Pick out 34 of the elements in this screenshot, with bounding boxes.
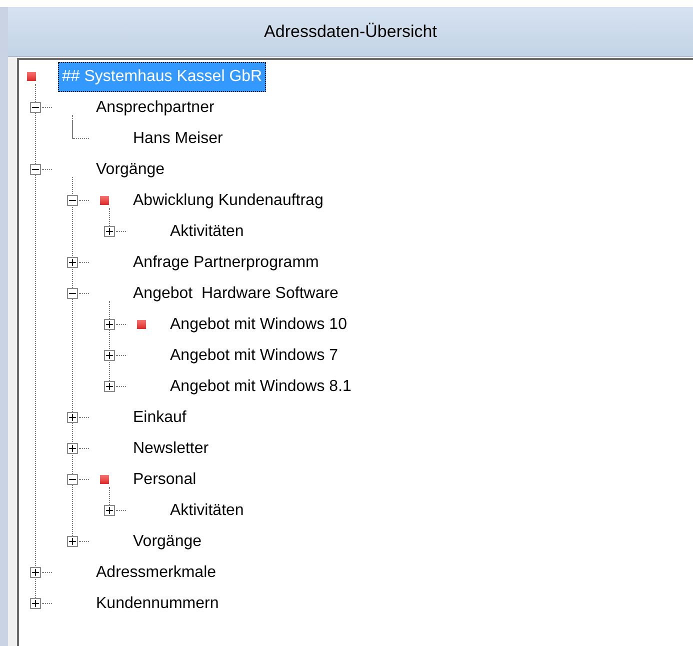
panel-title: Adressdaten-Übersicht [264,20,437,43]
expand-toggle[interactable] [67,443,78,454]
expand-toggle[interactable] [104,350,115,361]
tree-item[interactable]: Einkauf [133,406,186,430]
collapse-toggle[interactable] [67,474,78,485]
tree-item[interactable]: Ansprechpartner [96,96,214,120]
tree-item[interactable]: Newsletter [133,436,209,460]
tree-item[interactable]: Hans Meiser [133,126,223,150]
tree-item[interactable]: Kundennummern [96,592,219,616]
tree-item[interactable]: Adressmerkmale [96,560,216,584]
expand-toggle[interactable] [67,536,78,547]
tree-item[interactable]: Anfrage Partnerprogramm [133,250,319,274]
collapse-toggle[interactable] [67,195,78,206]
expand-toggle[interactable] [104,226,115,237]
tree-item[interactable]: Angebot mit Windows 8.1 [170,374,352,398]
expand-toggle[interactable] [104,381,115,392]
tree-item[interactable]: Angebot Hardware Software [133,282,338,306]
expand-toggle[interactable] [67,257,78,268]
collapse-toggle[interactable] [30,102,41,113]
tree-item[interactable]: Angebot mit Windows 7 [170,344,338,368]
tree-item[interactable]: Personal [133,468,196,492]
tree-item[interactable]: Angebot mit Windows 10 [170,312,347,336]
tree-item[interactable]: Aktivitäten [170,498,244,522]
expand-toggle[interactable] [30,598,41,609]
collapse-toggle[interactable] [30,164,41,175]
expand-toggle[interactable] [104,505,115,516]
expand-toggle[interactable] [67,412,78,423]
tree-item[interactable]: Aktivitäten [170,220,244,244]
tree-item[interactable]: Abwicklung Kundenauftrag [133,188,324,212]
tree-item[interactable]: Vorgänge [133,530,202,554]
expand-toggle[interactable] [30,567,41,578]
tree-item[interactable]: Vorgänge [96,158,165,182]
expand-toggle[interactable] [104,319,115,330]
collapse-toggle[interactable] [67,288,78,299]
